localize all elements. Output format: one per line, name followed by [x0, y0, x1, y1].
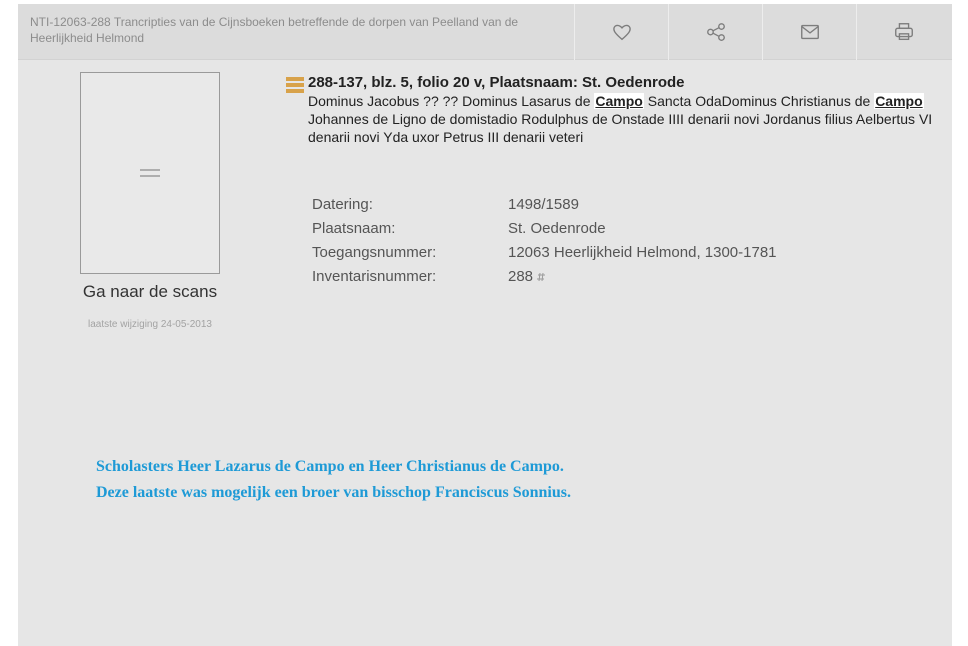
go-to-scans-link[interactable]: Ga naar de scans: [58, 282, 242, 302]
field-label: Toegangsnummer:: [312, 244, 437, 261]
field-value: St. Oedenrode: [508, 220, 606, 237]
field-label: Datering:: [312, 196, 373, 213]
search-hit-highlight: Campo: [874, 93, 924, 109]
top-toolbar: NTI-12063-288 Trancripties van de Cijnsb…: [18, 4, 952, 60]
field-value[interactable]: 288: [508, 268, 948, 285]
external-link-icon: [537, 272, 546, 282]
note-line: Deze laatste was mogelijk een broer van …: [96, 484, 571, 501]
note-line: Scholasters Heer Lazarus de Campo en Hee…: [96, 458, 564, 475]
heart-icon: [612, 24, 631, 41]
annotation-note: Scholasters Heer Lazarus de Campo en Hee…: [96, 454, 916, 506]
share-button[interactable]: [668, 4, 762, 60]
register-icon: [286, 77, 304, 93]
field-label: Plaatsnaam:: [312, 220, 396, 237]
print-button[interactable]: [856, 4, 950, 60]
field-label: Inventarisnummer:: [312, 268, 437, 285]
field-value: 1498/1589: [508, 196, 579, 213]
scan-placeholder-icon: [140, 169, 160, 177]
description-text: Dominus Jacobus ?? ?? Dominus Lasarus de: [308, 93, 595, 109]
favorite-button[interactable]: [574, 4, 668, 60]
record-heading: 288-137, blz. 5, folio 20 v, Plaatsnaam:…: [308, 74, 685, 91]
description-text: Sancta OdaDominus Christianus de: [643, 93, 875, 109]
mail-icon: [800, 24, 819, 40]
search-hit-highlight: Campo: [594, 93, 644, 109]
record-panel: NTI-12063-288 Trancripties van de Cijnsb…: [18, 4, 952, 646]
email-button[interactable]: [762, 4, 856, 60]
share-icon: [706, 23, 725, 41]
scan-thumbnail[interactable]: [80, 72, 220, 274]
record-description: Dominus Jacobus ?? ?? Dominus Lasarus de…: [308, 92, 954, 146]
last-modified-date: laatste wijziging 24-05-2013: [88, 319, 212, 330]
printer-icon: [894, 23, 913, 41]
inventory-number-link[interactable]: 288: [508, 268, 533, 285]
archive-title: NTI-12063-288 Trancripties van de Cijnsb…: [30, 15, 519, 45]
description-text: Johannes de Ligno de domistadio Rodulphu…: [308, 111, 933, 145]
field-value: 12063 Heerlijkheid Helmond, 1300-1781: [508, 244, 777, 261]
